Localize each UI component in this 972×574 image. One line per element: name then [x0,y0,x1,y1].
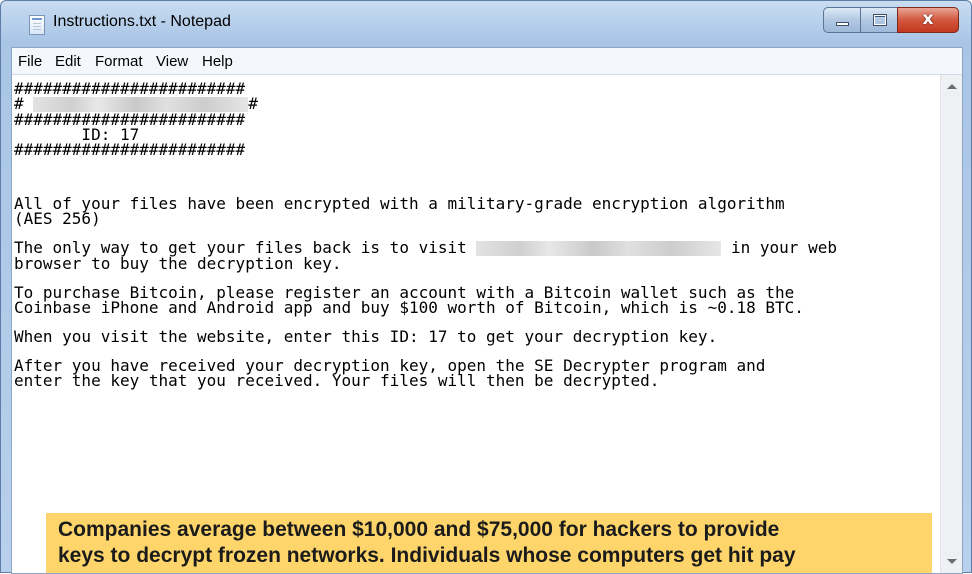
close-button[interactable]: x [897,7,959,33]
hash-line-top: ######################## [14,79,246,98]
caption-line-2: keys to decrypt frozen networks. Individ… [58,544,796,567]
menu-edit[interactable]: Edit [55,53,81,70]
paragraph-encryption: All of your files have been encrypted wi… [14,194,785,228]
notepad-client-area: File Edit Format View Help #############… [11,47,963,574]
maximize-button[interactable] [860,7,898,33]
menu-view[interactable]: View [156,53,188,70]
minimize-button[interactable] [823,7,861,33]
paragraph-recovery: The only way to get your files back is t… [14,226,939,272]
title-bar[interactable]: Instructions.txt - Notepad x [1,1,971,47]
close-icon: x [922,9,934,29]
minimize-icon [836,22,849,26]
notepad-window: Instructions.txt - Notepad x File Edit F… [0,0,972,574]
redacted-url [476,241,722,256]
menu-format[interactable]: Format [95,53,143,70]
paragraph-decrypter: After you have received your decryption … [14,356,766,390]
caption-line-1: Companies average between $10,000 and $7… [58,518,780,541]
notepad-app-icon[interactable] [29,15,45,35]
menu-file[interactable]: File [18,53,42,70]
vertical-scrollbar[interactable] [940,75,962,573]
hash-right: # [248,94,258,113]
maximize-icon [873,14,887,26]
hash-line-middle: ######################## [14,110,246,129]
menu-bar: File Edit Format View Help [12,48,962,75]
paragraph-website-id: When you visit the website, enter this I… [14,327,718,346]
scroll-down-icon[interactable] [947,559,957,564]
text-editor[interactable]: ######################## # # ###########… [14,76,939,573]
news-caption-overlay: Companies average between $10,000 and $7… [46,513,932,573]
scroll-up-icon[interactable] [947,84,957,89]
menu-help[interactable]: Help [202,53,233,70]
paragraph-bitcoin: To purchase Bitcoin, please register an … [14,283,804,317]
window-title: Instructions.txt - Notepad [53,13,231,30]
hash-line-bottom: ######################## [14,140,246,159]
